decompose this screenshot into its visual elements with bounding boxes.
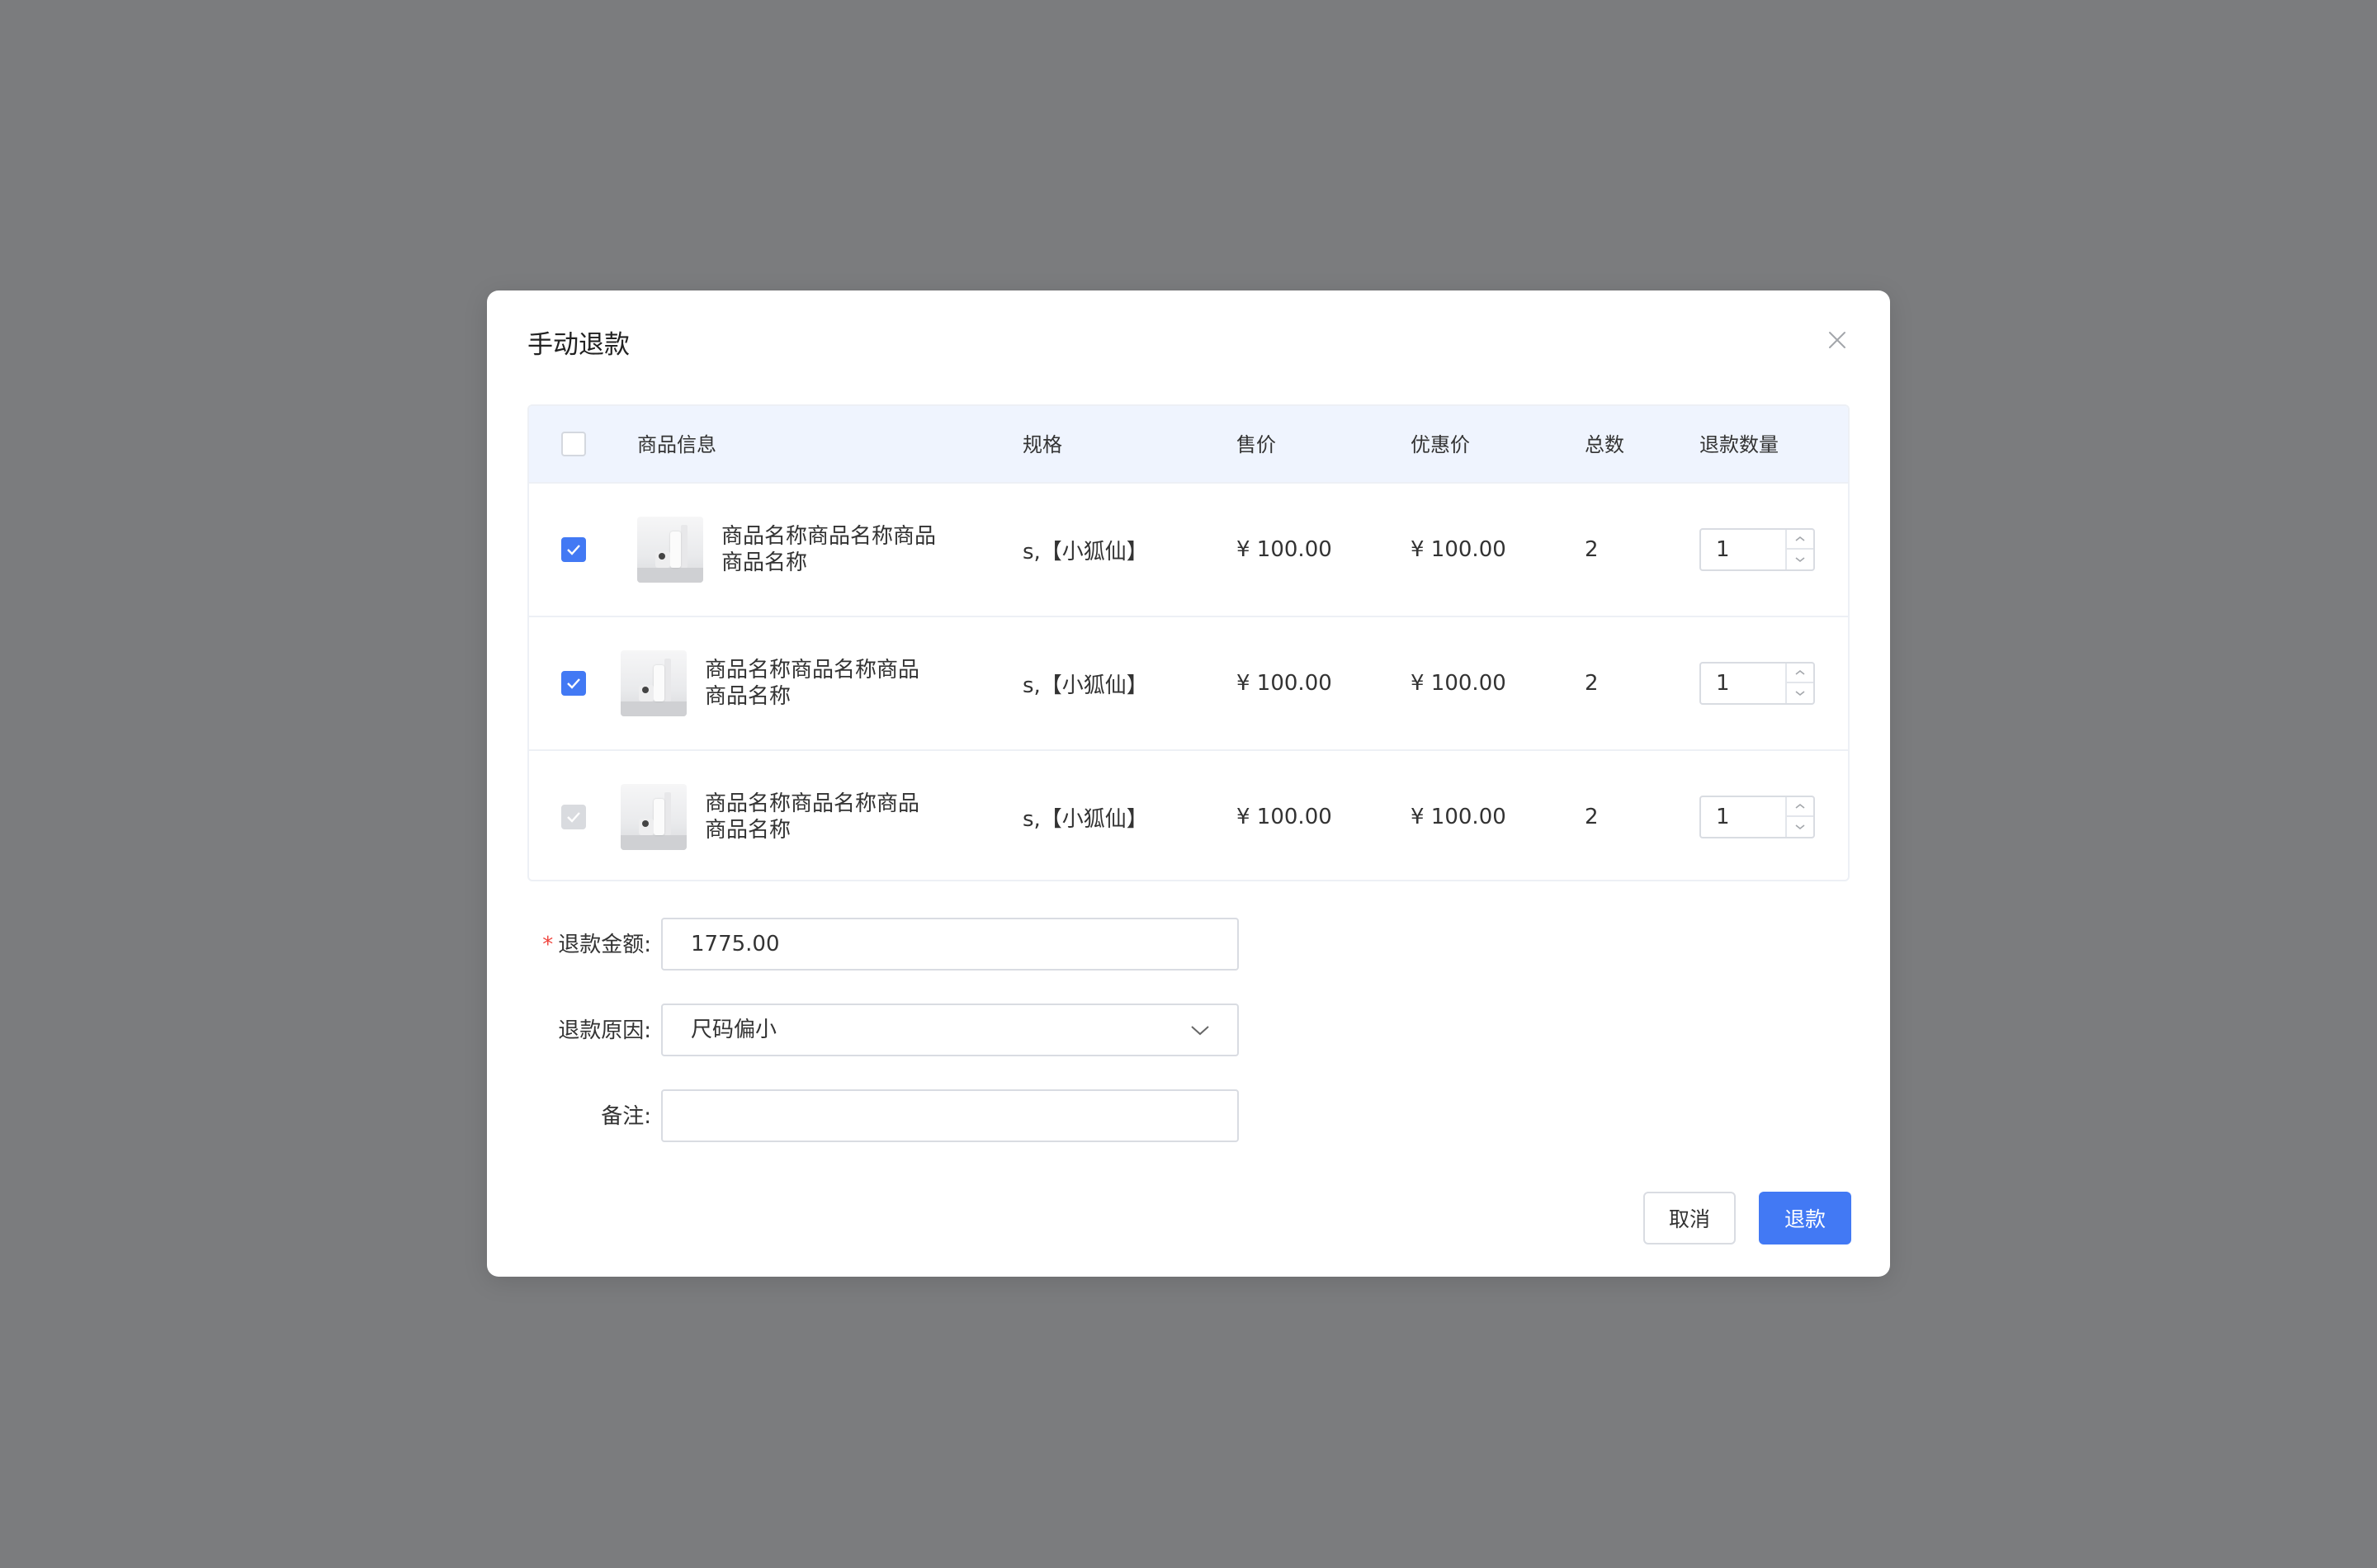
- product-thumbnail: [637, 517, 703, 583]
- total-cell: 2: [1585, 671, 1599, 696]
- header-spec: 规格: [1023, 433, 1062, 456]
- note-input[interactable]: [661, 1089, 1239, 1142]
- refund-qty-cell: 1: [1699, 484, 1815, 616]
- refund-amount-label-text: 退款金额:: [558, 933, 651, 957]
- refund-amount-input[interactable]: 1775.00: [661, 918, 1239, 971]
- product-name: 商品名称商品名称商品商品名称: [705, 791, 920, 843]
- product-table: 商品信息 规格 售价 优惠价 总数 退款数量 商品名称商品名称商品商品名称 s,…: [527, 404, 1850, 881]
- increment-button[interactable]: [1787, 664, 1813, 683]
- chevron-down-icon: [1795, 824, 1805, 830]
- spec-cell: s,【小狐仙】: [1023, 673, 1148, 698]
- dialog-title: 手动退款: [527, 330, 630, 360]
- check-icon: [567, 678, 580, 689]
- quantity-stepper[interactable]: 1: [1699, 662, 1815, 705]
- product-thumbnail: [621, 784, 687, 850]
- chevron-up-icon: [1795, 803, 1805, 809]
- quantity-value[interactable]: 1: [1716, 530, 1730, 569]
- close-icon: [1829, 332, 1845, 348]
- check-icon: [567, 545, 580, 555]
- refund-reason-select[interactable]: 尺码偏小: [661, 1004, 1239, 1056]
- chevron-down-icon: [1795, 691, 1805, 697]
- quantity-value[interactable]: 1: [1716, 664, 1730, 703]
- quantity-value[interactable]: 1: [1716, 797, 1730, 837]
- decrement-button[interactable]: [1787, 817, 1813, 837]
- chevron-down-icon: [1191, 1026, 1209, 1036]
- spec-cell: s,【小狐仙】: [1023, 539, 1148, 564]
- header-total: 总数: [1585, 433, 1624, 456]
- decrement-button[interactable]: [1787, 683, 1813, 703]
- discount-price-cell: ¥ 100.00: [1411, 671, 1506, 696]
- total-cell: 2: [1585, 537, 1599, 562]
- row-checkbox[interactable]: [561, 537, 586, 562]
- product-info-cell: 商品名称商品名称商品商品名称: [621, 617, 936, 749]
- discount-price-cell: ¥ 100.00: [1411, 805, 1506, 829]
- refund-qty-cell: 1: [1699, 617, 1815, 749]
- quantity-stepper[interactable]: 1: [1699, 528, 1815, 571]
- quantity-stepper[interactable]: 1: [1699, 796, 1815, 838]
- header-price: 售价: [1236, 433, 1276, 456]
- price-cell: ¥ 100.00: [1236, 805, 1332, 829]
- header-discount-price: 优惠价: [1411, 433, 1470, 456]
- refund-dialog: 手动退款 商品信息 规格 售价 优惠价 总数 退款数量 商品名称商品名称商品商品…: [487, 290, 1890, 1277]
- select-all-checkbox[interactable]: [561, 432, 586, 456]
- decrement-button[interactable]: [1787, 550, 1813, 569]
- required-mark: *: [542, 933, 554, 957]
- chevron-up-icon: [1795, 669, 1805, 675]
- chevron-up-icon: [1795, 536, 1805, 541]
- chevron-down-icon: [1795, 557, 1805, 563]
- total-cell: 2: [1585, 805, 1599, 829]
- increment-button[interactable]: [1787, 797, 1813, 817]
- refund-qty-cell: 1: [1699, 751, 1815, 880]
- product-info-cell: 商品名称商品名称商品商品名称: [621, 751, 936, 880]
- increment-button[interactable]: [1787, 530, 1813, 550]
- price-cell: ¥ 100.00: [1236, 537, 1332, 562]
- product-name: 商品名称商品名称商品商品名称: [721, 524, 937, 575]
- note-label: 备注:: [601, 1104, 651, 1129]
- product-thumbnail: [621, 650, 687, 716]
- row-checkbox[interactable]: [561, 671, 586, 696]
- header-refund-qty: 退款数量: [1699, 433, 1779, 456]
- row-checkbox[interactable]: [561, 805, 586, 829]
- discount-price-cell: ¥ 100.00: [1411, 537, 1506, 562]
- close-button[interactable]: [1824, 327, 1850, 353]
- cancel-button[interactable]: 取消: [1643, 1192, 1736, 1244]
- table-row: 商品名称商品名称商品商品名称 s,【小狐仙】 ¥ 100.00 ¥ 100.00…: [529, 749, 1848, 880]
- header-product-info: 商品信息: [637, 433, 716, 456]
- product-name: 商品名称商品名称商品商品名称: [705, 658, 920, 709]
- price-cell: ¥ 100.00: [1236, 671, 1332, 696]
- refund-amount-label: * 退款金额:: [527, 928, 651, 958]
- table-row: 商品名称商品名称商品商品名称 s,【小狐仙】 ¥ 100.00 ¥ 100.00…: [529, 616, 1848, 749]
- refund-reason-label: 退款原因:: [558, 1018, 651, 1043]
- refund-button[interactable]: 退款: [1759, 1192, 1851, 1244]
- table-row: 商品名称商品名称商品商品名称 s,【小狐仙】 ¥ 100.00 ¥ 100.00…: [529, 482, 1848, 616]
- table-header: 商品信息 规格 售价 优惠价 总数 退款数量: [529, 406, 1848, 484]
- product-info-cell: 商品名称商品名称商品商品名称: [637, 484, 952, 616]
- check-icon: [567, 812, 580, 823]
- spec-cell: s,【小狐仙】: [1023, 806, 1148, 832]
- refund-reason-value: 尺码偏小: [691, 1018, 777, 1042]
